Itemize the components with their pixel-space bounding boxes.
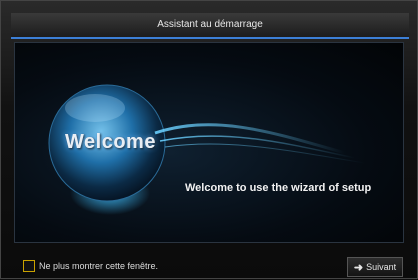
dont-show-again-checkbox[interactable] [23, 260, 35, 272]
window-title: Assistant au démarrage [11, 13, 409, 39]
welcome-message: Welcome to use the wizard of setup [185, 182, 372, 194]
welcome-badge-text: Welcome [65, 131, 156, 153]
orb-highlight [65, 94, 125, 122]
next-button-label: Suivant [366, 262, 397, 272]
welcome-banner: Welcome Welcome to use the wizard of set… [14, 42, 404, 243]
arrow-right-icon: ➜ [353, 261, 364, 274]
setup-wizard-window: Assistant au démarrage Welcome Welcome t… [0, 0, 418, 279]
dont-show-again-label: Ne plus montrer cette fenêtre. [39, 261, 159, 271]
next-button[interactable]: ➜ Suivant [347, 257, 403, 277]
